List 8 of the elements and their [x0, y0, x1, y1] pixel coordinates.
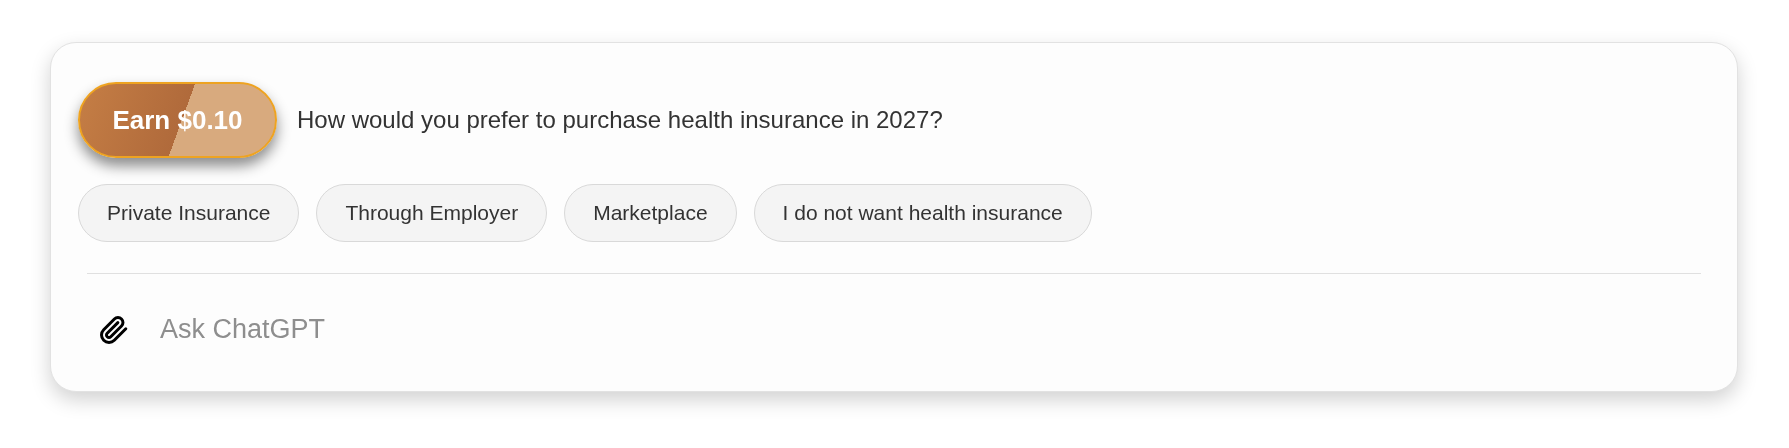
answer-option[interactable]: Through Employer [316, 184, 548, 242]
question-text: How would you prefer to purchase health insurance in 2027? [297, 105, 943, 135]
answer-option[interactable]: I do not want health insurance [753, 184, 1092, 242]
reward-badge[interactable]: Earn $0.10 [78, 82, 277, 158]
answer-option[interactable]: Private Insurance [78, 184, 300, 242]
attach-icon[interactable] [98, 313, 130, 346]
answer-option[interactable]: Marketplace [564, 184, 737, 242]
message-input[interactable]: Ask ChatGPT [160, 307, 1710, 352]
